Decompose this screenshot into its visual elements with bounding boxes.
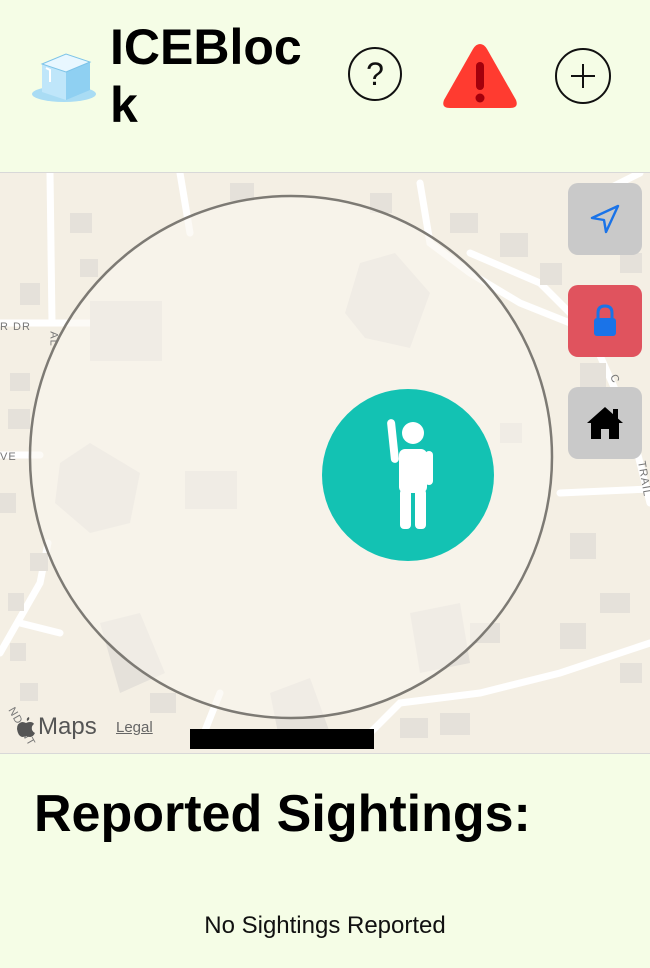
person-waving-icon: [387, 419, 433, 529]
app-title: ICEBlock: [110, 19, 302, 133]
locate-me-button[interactable]: [568, 183, 642, 255]
map-view[interactable]: R DR AL VE TRAIL C NDENT: [0, 172, 650, 754]
sighting-marker[interactable]: [322, 389, 494, 561]
report-sighting-button[interactable]: [440, 40, 520, 112]
legal-link[interactable]: Legal: [116, 719, 153, 736]
sightings-heading: Reported Sightings:: [34, 785, 531, 843]
ice-cube-icon: [30, 46, 100, 106]
header: ICEBlock ?: [0, 0, 650, 172]
maps-attribution: Maps: [16, 713, 97, 741]
lock-icon: [594, 304, 616, 336]
add-button[interactable]: [555, 48, 611, 104]
street-label: VE: [0, 451, 17, 463]
street-label: AL: [47, 331, 60, 347]
home-button[interactable]: [568, 387, 642, 459]
help-button[interactable]: ?: [348, 47, 402, 101]
apple-logo-icon: [17, 717, 35, 737]
warning-triangle-icon: [443, 44, 517, 108]
maps-brand-label: Maps: [38, 713, 97, 740]
redaction-bar: [190, 729, 374, 749]
app-screen: ICEBlock ? R DR AL VE TRAIL C Maps Legal…: [0, 0, 650, 968]
empty-sightings-message: No Sightings Reported: [204, 912, 446, 939]
location-arrow-icon: [590, 204, 620, 234]
lock-button[interactable]: [568, 285, 642, 357]
street-label: R DR: [0, 321, 31, 333]
question-circle-icon: ?: [366, 55, 384, 92]
plus-circle-icon: [571, 64, 595, 88]
home-icon: [587, 407, 623, 439]
